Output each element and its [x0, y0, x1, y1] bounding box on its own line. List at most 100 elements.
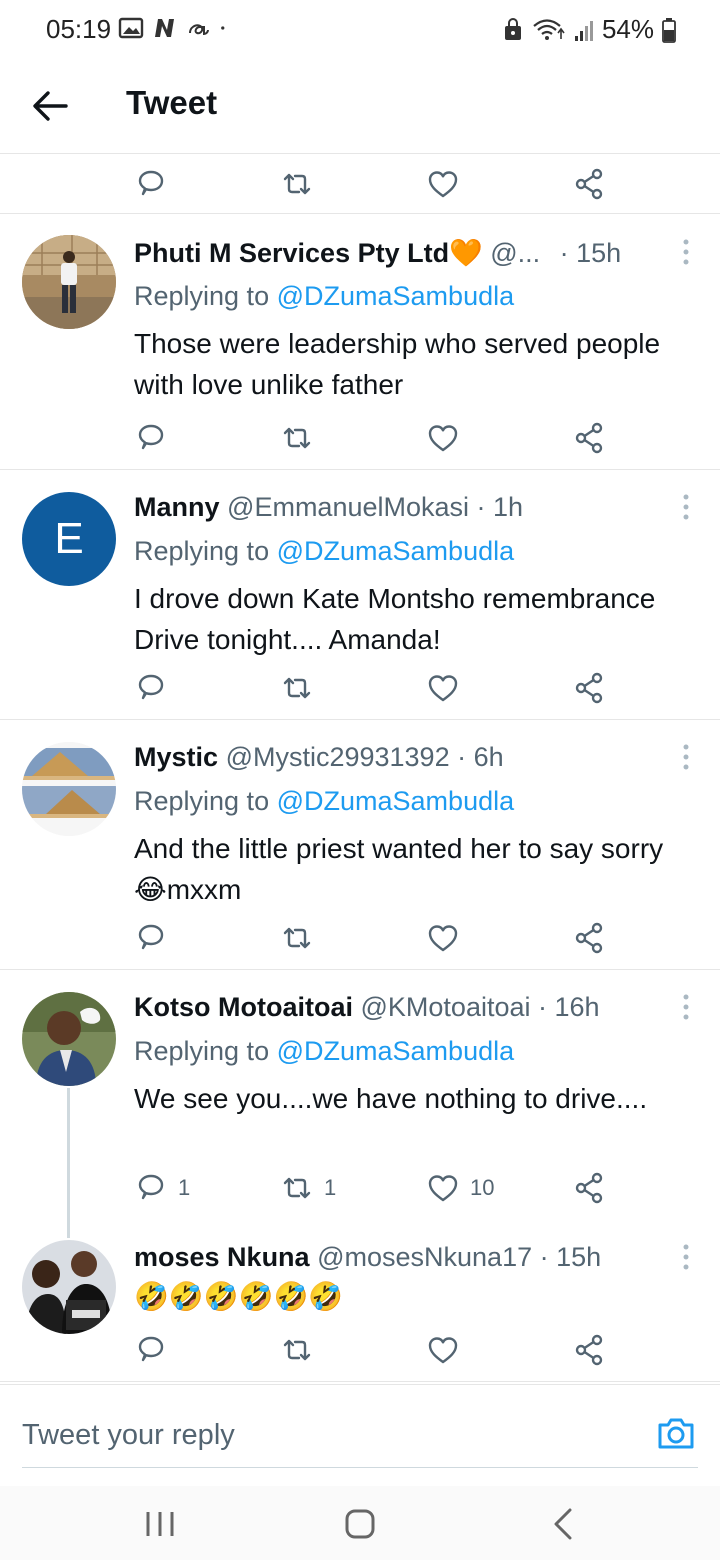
lock-status-icon — [504, 17, 521, 40]
heart-icon — [426, 167, 460, 201]
reply-button[interactable] — [134, 164, 168, 204]
dot-icon — [221, 26, 225, 30]
replying-to: Replying to @DZumaSambudla — [134, 786, 514, 817]
share-button[interactable] — [572, 668, 606, 708]
tweet-text: We see you....we have nothing to drive..… — [134, 1083, 648, 1114]
mention-link[interactable]: @DZumaSambudla — [277, 786, 515, 816]
replying-to-label: Replying to — [134, 281, 270, 311]
retweet-button[interactable] — [280, 918, 324, 958]
retweet-icon — [280, 421, 314, 455]
tweet[interactable]: Mystic @Mystic29931392 · 6h Replying to … — [0, 720, 720, 970]
back-arrow-icon[interactable] — [30, 86, 70, 126]
tweet[interactable]: Phuti M Services Pty Ltd🧡 @... · 15h Rep… — [0, 215, 720, 470]
camera-icon[interactable] — [656, 1413, 696, 1453]
share-icon — [572, 671, 606, 705]
tweet[interactable]: Kotso Motoaitoai @KMotoaitoai · 16h Repl… — [0, 970, 720, 1220]
share-button[interactable] — [572, 164, 606, 204]
reply-button[interactable]: 1 — [134, 1168, 190, 1208]
replying-to-label: Replying to — [134, 786, 270, 816]
like-button[interactable] — [426, 1330, 470, 1370]
reply-icon — [134, 921, 168, 955]
heart-icon — [426, 671, 460, 705]
more-options-icon[interactable] — [682, 994, 690, 1020]
status-time: 05:19 — [46, 14, 112, 44]
action-row — [134, 164, 614, 204]
display-name[interactable]: Kotso Motoaitoai — [134, 992, 353, 1022]
more-options-icon[interactable] — [682, 1244, 690, 1270]
share-icon — [572, 1171, 606, 1205]
tweet-text: And the little priest wanted her to say … — [134, 833, 664, 905]
like-button[interactable] — [426, 668, 470, 708]
retweet-icon — [280, 921, 314, 955]
more-options-icon[interactable] — [682, 239, 690, 265]
news-n-icon — [155, 19, 174, 37]
user-handle[interactable]: @KMotoaitoai — [361, 992, 531, 1022]
share-icon — [572, 921, 606, 955]
like-button[interactable] — [426, 418, 470, 458]
battery-percent: 54% — [601, 14, 654, 44]
display-name[interactable]: moses Nkuna — [134, 1242, 310, 1272]
user-handle[interactable]: @Mystic29931392 — [226, 742, 450, 772]
status-bar: 05:19 54% — [0, 0, 720, 60]
top-app-bar: Tweet — [0, 60, 720, 154]
retweet-button[interactable]: 1 — [280, 1168, 336, 1208]
reply-input[interactable]: Tweet your reply — [22, 1419, 235, 1452]
share-button[interactable] — [572, 1330, 606, 1370]
recent-apps-icon[interactable] — [140, 1504, 180, 1544]
retweet-button[interactable] — [280, 418, 324, 458]
signal-icon — [574, 20, 593, 41]
avatar[interactable] — [22, 742, 116, 836]
tweet[interactable]: E Manny @EmmanuelMokasi · 1h Replying to… — [0, 470, 720, 720]
reply-button[interactable] — [134, 668, 178, 708]
share-icon — [572, 167, 606, 201]
notification-icons — [118, 16, 232, 40]
tweet-header: Manny @EmmanuelMokasi · 1h — [134, 492, 674, 523]
like-button[interactable]: 10 — [426, 1168, 494, 1208]
reply-count: 1 — [178, 1175, 191, 1200]
avatar[interactable] — [22, 1240, 116, 1334]
heart-icon — [426, 1171, 460, 1205]
share-button[interactable] — [572, 418, 606, 458]
retweet-icon — [280, 1333, 314, 1367]
like-button[interactable] — [426, 918, 470, 958]
retweet-button[interactable] — [280, 668, 324, 708]
retweet-button[interactable] — [280, 164, 314, 204]
tweet-time: · 1h — [476, 492, 524, 522]
page-title: Tweet — [126, 84, 218, 121]
mention-link[interactable]: @DZumaSambudla — [277, 1036, 515, 1066]
tweet[interactable]: moses Nkuna @mosesNkuna17 · 15h 🤣🤣🤣🤣🤣🤣 — [0, 1220, 720, 1382]
tweet-time: · 6h — [457, 742, 504, 772]
gallery-icon — [118, 17, 144, 39]
reply-input-underline — [22, 1467, 698, 1468]
user-handle[interactable]: @mosesNkuna17 — [317, 1242, 532, 1272]
tweet-time: · 15h — [559, 238, 622, 268]
user-handle[interactable]: @EmmanuelMokasi — [227, 492, 469, 522]
reply-icon — [134, 1171, 168, 1205]
tweet-text: I drove down Kate Montsho remembrance Dr… — [134, 583, 656, 655]
avatar[interactable] — [22, 235, 116, 329]
retweet-icon — [280, 167, 314, 201]
home-icon[interactable] — [340, 1504, 380, 1544]
tweet-text: 🤣🤣🤣🤣🤣🤣 — [134, 1281, 344, 1312]
reply-button[interactable] — [134, 418, 178, 458]
reply-button[interactable] — [134, 918, 178, 958]
share-button[interactable] — [572, 918, 606, 958]
back-nav-icon[interactable] — [544, 1504, 584, 1544]
display-name[interactable]: Manny — [134, 492, 220, 522]
more-options-icon[interactable] — [682, 494, 690, 520]
reply-icon — [134, 671, 168, 705]
action-row: 1 1 10 — [134, 1168, 614, 1208]
mention-link[interactable]: @DZumaSambudla — [277, 281, 515, 311]
mention-link[interactable]: @DZumaSambudla — [277, 536, 515, 566]
retweet-button[interactable] — [280, 1330, 324, 1370]
user-handle[interactable]: @... — [490, 238, 540, 268]
replying-to: Replying to @DZumaSambudla — [134, 1036, 514, 1067]
avatar[interactable]: E — [22, 492, 116, 586]
more-options-icon[interactable] — [682, 744, 690, 770]
avatar[interactable] — [22, 992, 116, 1086]
like-button[interactable] — [426, 164, 460, 204]
reply-button[interactable] — [134, 1330, 178, 1370]
display-name[interactable]: Phuti M Services Pty Ltd🧡 — [134, 238, 483, 268]
display-name[interactable]: Mystic — [134, 742, 218, 772]
share-button[interactable] — [572, 1168, 606, 1208]
